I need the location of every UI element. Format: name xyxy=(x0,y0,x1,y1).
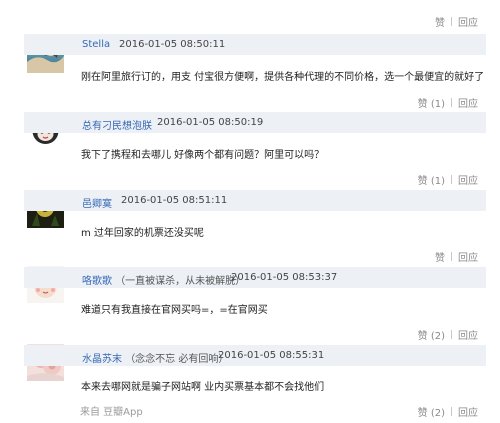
comment-actions: 赞 (2) 回应 xyxy=(418,404,478,419)
like-button[interactable]: 赞 (1) xyxy=(418,172,445,187)
user-signature: （一直被谋杀，从未被解脱） xyxy=(115,276,246,287)
comment-text: 刚在阿里旅行订的，用支 付宝很方便啊，提供各种代理的不同价格，选一个最便宜的就好… xyxy=(81,72,485,83)
username-with-signature[interactable]: 咯歌歌 （一直被谋杀，从未被解脱） xyxy=(82,272,245,287)
divider xyxy=(451,329,452,339)
username[interactable]: 咯歌歌 xyxy=(82,276,112,287)
user-signature: （念念不忘 必有回响） xyxy=(125,354,229,365)
comment-actions: 赞 (1) 回应 xyxy=(418,172,478,187)
like-button[interactable]: 赞 (2) xyxy=(418,327,445,342)
username-with-signature[interactable]: 水晶苏末 （念念不忘 必有回响） xyxy=(82,350,228,365)
reply-button[interactable]: 回应 xyxy=(458,249,478,264)
divider xyxy=(451,406,452,416)
username[interactable]: 水晶苏末 xyxy=(82,354,122,365)
username[interactable]: 邑卿寞 xyxy=(82,195,112,210)
divider xyxy=(451,251,452,261)
timestamp: 2016-01-05 08:53:37 xyxy=(231,272,338,283)
like-button[interactable]: 赞 (2) xyxy=(418,404,445,419)
timestamp: 2016-01-05 08:50:11 xyxy=(119,39,226,50)
comment-text: 本来去哪网就是骗子网站啊 业内买票基本都不会找他们 xyxy=(81,382,325,393)
like-button[interactable]: 赞 xyxy=(435,249,445,264)
reply-button[interactable]: 回应 xyxy=(458,404,478,419)
like-label: 赞 xyxy=(417,175,428,187)
like-button[interactable]: 赞 (1) xyxy=(418,95,445,110)
divider xyxy=(451,97,452,107)
comment-text: 难道只有我直接在官网买吗=，=在官网买 xyxy=(81,305,268,316)
top-actions: 赞 回应 xyxy=(435,14,478,29)
reply-button[interactable]: 回应 xyxy=(458,14,478,29)
comment-text: m 过年回家的机票还没买呢 xyxy=(81,228,204,239)
like-count: (1) xyxy=(430,175,445,187)
username[interactable]: 总有刁民想泡朕 xyxy=(82,117,152,132)
reply-button[interactable]: 回应 xyxy=(458,327,478,342)
comment-text: 我下了携程和去哪儿 好像两个都有问题？阿里可以吗？ xyxy=(81,150,325,161)
like-label: 赞 xyxy=(417,98,428,110)
comment-actions: 赞 (2) 回应 xyxy=(418,327,478,342)
divider xyxy=(451,16,452,26)
timestamp: 2016-01-05 08:51:11 xyxy=(121,195,228,206)
like-label: 赞 xyxy=(417,330,428,342)
like-button[interactable]: 赞 xyxy=(435,14,445,29)
divider xyxy=(451,174,452,184)
timestamp: 2016-01-05 08:50:19 xyxy=(157,117,264,128)
like-count: (2) xyxy=(430,407,445,419)
like-count: (2) xyxy=(430,330,445,342)
like-count: (1) xyxy=(430,98,445,110)
timestamp: 2016-01-05 08:55:31 xyxy=(218,350,325,361)
comment-actions: 赞 (1) 回应 xyxy=(418,95,478,110)
source-label: 来自 豆瓣App xyxy=(80,407,143,418)
username[interactable]: Stella xyxy=(82,39,110,50)
reply-button[interactable]: 回应 xyxy=(458,95,478,110)
comment-actions: 赞 回应 xyxy=(435,249,478,264)
like-label: 赞 xyxy=(417,407,428,419)
reply-button[interactable]: 回应 xyxy=(458,172,478,187)
